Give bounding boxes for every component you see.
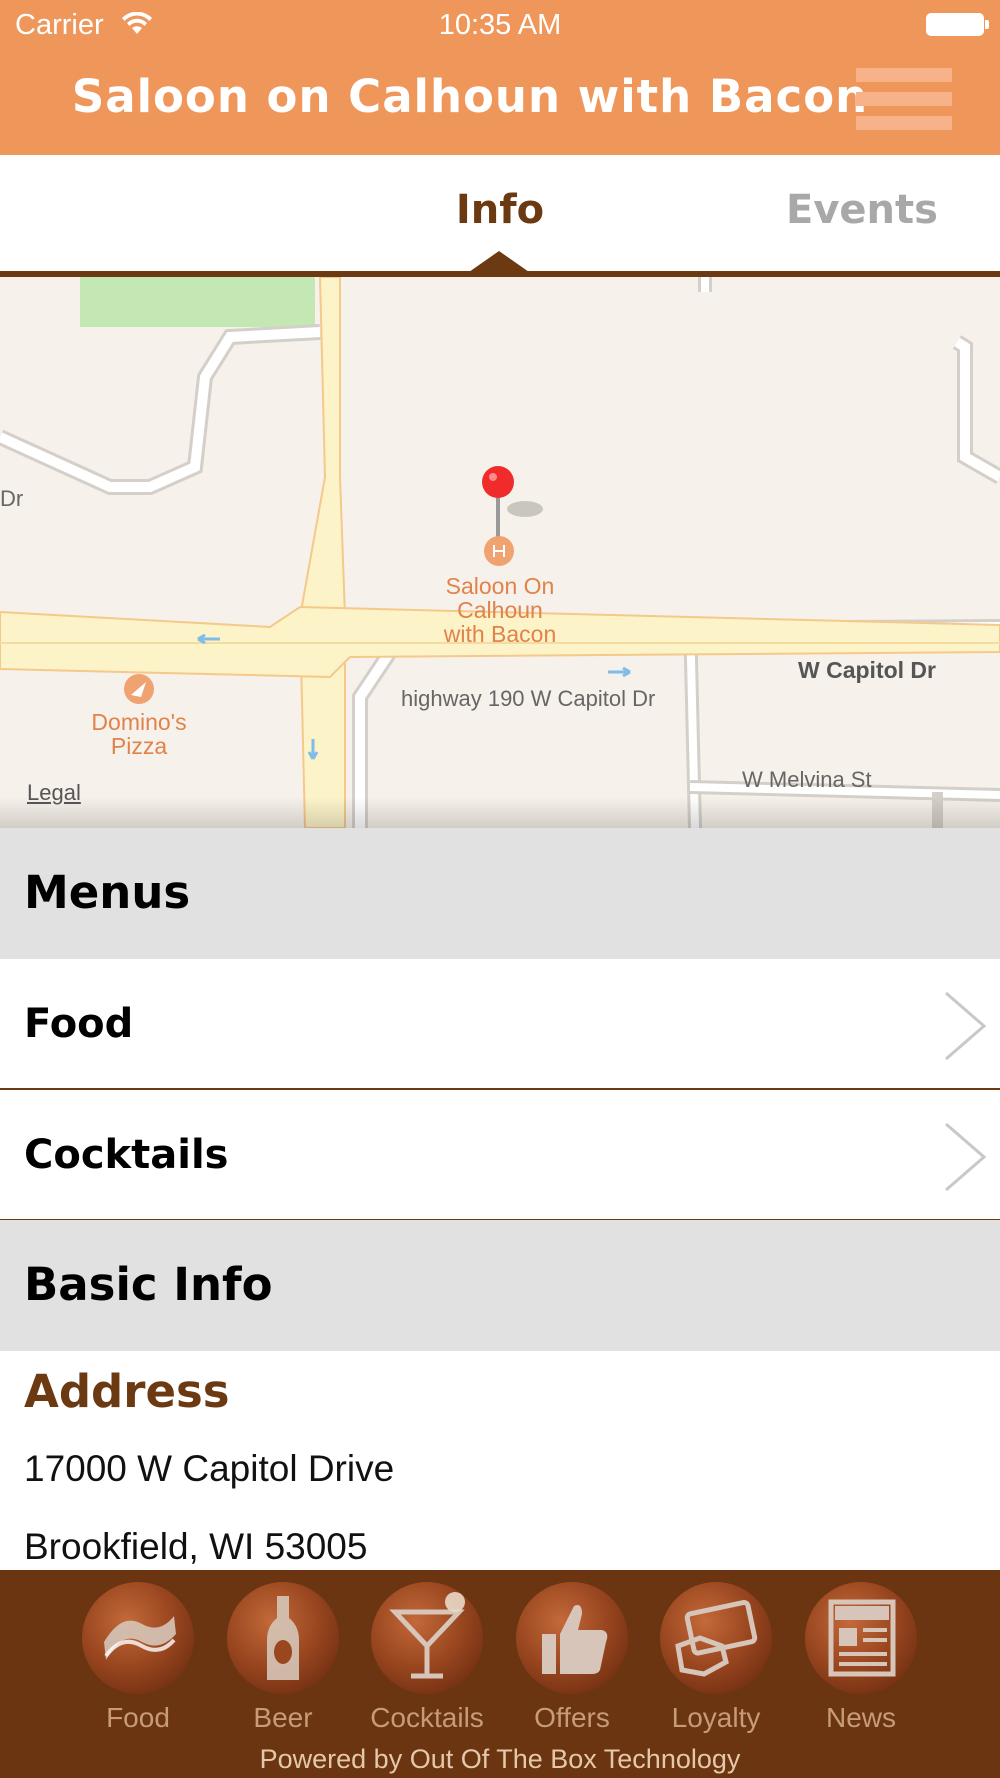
menu-row-food[interactable]: Food: [0, 959, 1000, 1090]
map-view[interactable]: Dr Saloon On Calhoun with Bacon Domino's…: [0, 277, 1000, 828]
section-title: Basic Info: [24, 1258, 273, 1311]
page-title: Saloon on Calhoun with Bacon: [71, 70, 869, 123]
section-header-menus: Menus: [0, 828, 1000, 959]
bottom-nav-news[interactable]: News: [791, 1582, 931, 1734]
bottom-nav-label: Beer: [253, 1702, 313, 1733]
status-bar: Carrier 10:35 AM: [0, 0, 1000, 50]
bacon-icon: [104, 1616, 176, 1660]
street-label-highway: highway 190 W Capitol Dr: [401, 686, 656, 711]
bottom-nav-label: Loyalty: [671, 1702, 761, 1733]
clock: 10:35 AM: [438, 9, 562, 41]
bottom-nav-cocktails[interactable]: Cocktails: [357, 1582, 497, 1734]
section-header-basic-info: Basic Info: [0, 1220, 1000, 1351]
bottom-nav-label: Food: [106, 1702, 170, 1733]
bottom-nav-loyalty[interactable]: Loyalty: [646, 1582, 786, 1734]
chevron-right-icon: [945, 991, 987, 1061]
section-title: Menus: [24, 866, 191, 919]
newspaper-icon: [828, 1599, 896, 1677]
martini-icon: [389, 1592, 465, 1679]
bottom-nav-offers[interactable]: Offers: [502, 1582, 642, 1734]
nav-header: Carrier 10:35 AM Saloon on Calhoun with …: [0, 0, 1000, 155]
battery-icon: [926, 13, 989, 36]
street-label-melvina: W Melvina St: [742, 767, 872, 792]
tab-events[interactable]: Events: [742, 187, 982, 233]
bottom-nav-food[interactable]: Food: [68, 1582, 208, 1734]
street-label-dr: Dr: [0, 486, 24, 511]
street-label-capitol: W Capitol Dr: [798, 657, 936, 683]
bottom-nav-label: Cocktails: [370, 1702, 484, 1733]
poi-label-dominos[interactable]: Domino's Pizza: [59, 710, 219, 758]
beer-bottle-icon: [267, 1596, 299, 1680]
row-label: Food: [24, 1001, 134, 1047]
hamburger-menu-icon[interactable]: [856, 68, 952, 130]
address-line-2: Brookfield, WI 53005: [24, 1526, 368, 1567]
address-title: Address: [24, 1365, 230, 1418]
bottom-nav-label: News: [825, 1702, 896, 1733]
bottom-nav: Food Beer Cocktails Offers Loyalty News …: [0, 1570, 1000, 1778]
map-pin-label[interactable]: Saloon On Calhoun with Bacon: [400, 574, 600, 646]
tab-info[interactable]: Info: [380, 187, 620, 233]
loyalty-card-icon: [675, 1600, 758, 1677]
map-legal-link[interactable]: Legal: [27, 780, 81, 806]
menu-row-cocktails[interactable]: Cocktails: [0, 1090, 1000, 1221]
tab-bar: Info Events: [0, 155, 1000, 278]
bottom-nav-label: Offers: [534, 1702, 610, 1733]
thumbs-up-icon: [542, 1605, 608, 1674]
bottom-nav-beer[interactable]: Beer: [213, 1582, 353, 1734]
address-line-1: 17000 W Capitol Drive: [24, 1448, 395, 1489]
chevron-right-icon: [945, 1122, 987, 1192]
row-label: Cocktails: [24, 1132, 229, 1178]
active-tab-indicator: [469, 251, 529, 272]
powered-by-text: Powered by Out Of The Box Technology: [259, 1744, 741, 1774]
